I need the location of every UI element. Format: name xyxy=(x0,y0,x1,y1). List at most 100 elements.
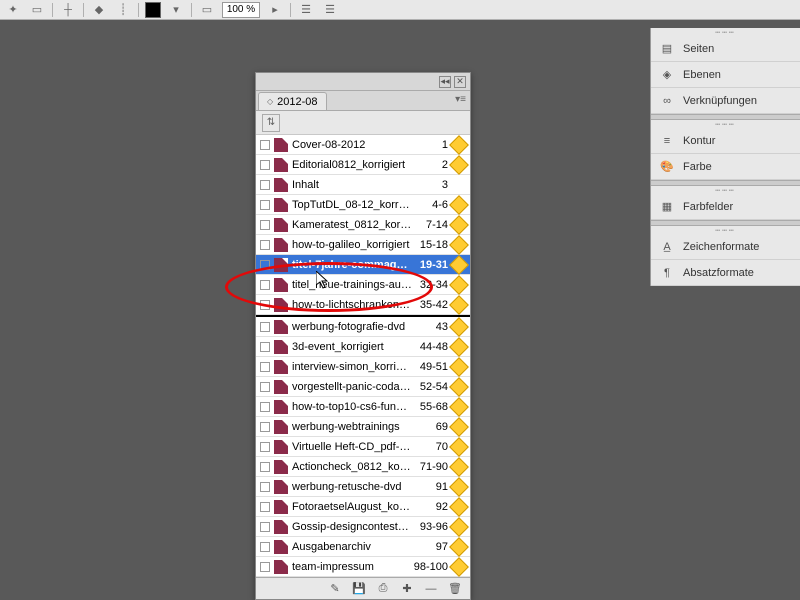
panel-menu-icon[interactable]: ▾≡ xyxy=(455,94,466,105)
tool-icon[interactable]: ┼ xyxy=(59,2,77,18)
document-row[interactable]: vorgestellt-panic-coda_korrigiert52-54 xyxy=(256,377,470,397)
document-row[interactable]: werbung-fotografie-dvd43 xyxy=(256,317,470,337)
page-range: 1 xyxy=(412,139,450,151)
document-row[interactable]: werbung-retusche-dvd91 xyxy=(256,477,470,497)
warning-icon xyxy=(449,215,469,235)
indesign-doc-icon xyxy=(274,420,288,434)
book-tab[interactable]: ◇ 2012-08 xyxy=(258,92,327,110)
panel-grip[interactable]: ┅┅┅ xyxy=(651,28,800,36)
indesign-doc-icon xyxy=(274,460,288,474)
parastyles-icon: ¶ xyxy=(659,265,675,281)
warning-icon xyxy=(449,417,469,437)
indesign-doc-icon xyxy=(274,158,288,172)
checkbox[interactable] xyxy=(260,362,270,372)
panel-item-kontur[interactable]: ≡Kontur xyxy=(651,128,800,154)
collapse-icon[interactable]: ◂◂ xyxy=(439,76,451,88)
tool-icon[interactable]: ▭ xyxy=(28,2,46,18)
checkbox[interactable] xyxy=(260,240,270,250)
document-row[interactable]: Ausgabenarchiv97 xyxy=(256,537,470,557)
checkbox[interactable] xyxy=(260,300,270,310)
tool-icon[interactable]: ◆ xyxy=(90,2,108,18)
save-icon[interactable]: 💾 xyxy=(352,582,366,596)
warning-icon xyxy=(449,497,469,517)
checkbox[interactable] xyxy=(260,382,270,392)
document-row[interactable]: 3d-event_korrigiert44-48 xyxy=(256,337,470,357)
checkbox[interactable] xyxy=(260,562,270,572)
panel-item-absatzformate[interactable]: ¶Absatzformate xyxy=(651,260,800,286)
checkbox[interactable] xyxy=(260,542,270,552)
checkbox[interactable] xyxy=(260,482,270,492)
document-row[interactable]: FotoraetselAugust_korrigiert92 xyxy=(256,497,470,517)
checkbox[interactable] xyxy=(260,220,270,230)
document-row[interactable]: interview-simon_korrigiert49-51 xyxy=(256,357,470,377)
document-row[interactable]: how-to-top10-cs6-funktionen-dreamweav...… xyxy=(256,397,470,417)
document-row[interactable]: TopTutDL_08-12_korrigiert4-6 xyxy=(256,195,470,215)
warning-icon xyxy=(449,517,469,537)
checkbox[interactable] xyxy=(260,322,270,332)
trash-icon[interactable]: 🗑 xyxy=(448,582,462,596)
add-icon[interactable]: ✚ xyxy=(400,582,414,596)
document-row[interactable]: Cover-08-20121 xyxy=(256,135,470,155)
document-row[interactable]: Editorial0812_korrigiert2 xyxy=(256,155,470,175)
checkbox[interactable] xyxy=(260,160,270,170)
page-range: 2 xyxy=(412,159,450,171)
panel-item-seiten[interactable]: ▤Seiten xyxy=(651,36,800,62)
panel-titlebar[interactable]: ◂◂ ✕ xyxy=(256,73,470,91)
sync-source-icon[interactable]: ⇅ xyxy=(262,114,280,132)
document-row[interactable]: Kameratest_0812_korrigiert7-14 xyxy=(256,215,470,235)
document-row[interactable]: how-to-lichtschrankenfotografie_korrigie… xyxy=(256,295,470,315)
document-row[interactable]: Gossip-designcontests_korrigiert93-96 xyxy=(256,517,470,537)
checkbox[interactable] xyxy=(260,442,270,452)
fill-swatch[interactable] xyxy=(145,2,161,18)
checkbox[interactable] xyxy=(260,462,270,472)
close-icon[interactable]: ✕ xyxy=(454,76,466,88)
align-icon[interactable]: ☰ xyxy=(321,2,339,18)
tool-icon[interactable]: ▭ xyxy=(198,2,216,18)
panel-item-label: Farbfelder xyxy=(683,201,733,213)
document-row[interactable]: werbung-webtrainings69 xyxy=(256,417,470,437)
checkbox[interactable] xyxy=(260,402,270,412)
panel-item-farbfelder[interactable]: ▦Farbfelder xyxy=(651,194,800,220)
indesign-doc-icon xyxy=(274,258,288,272)
document-row[interactable]: titel-7jahre-commag_korrigiert19-31 xyxy=(256,255,470,275)
tool-icon[interactable]: ✦ xyxy=(4,2,22,18)
page-range: 49-51 xyxy=(412,361,450,373)
document-name: how-to-lichtschrankenfotografie_korrigie… xyxy=(292,299,412,311)
panel-item-verknüpfungen[interactable]: ∞Verknüpfungen xyxy=(651,88,800,114)
panel-grip[interactable]: ┅┅┅ xyxy=(651,120,800,128)
tool-icon[interactable]: ┊ xyxy=(114,2,132,18)
checkbox[interactable] xyxy=(260,200,270,210)
print-icon[interactable]: ⎙ xyxy=(376,582,390,596)
checkbox[interactable] xyxy=(260,502,270,512)
document-row[interactable]: Inhalt3 xyxy=(256,175,470,195)
zoom-input[interactable]: 100 % xyxy=(222,2,260,18)
document-name: TopTutDL_08-12_korrigiert xyxy=(292,199,412,211)
checkbox[interactable] xyxy=(260,140,270,150)
preflight-icon[interactable]: ✎ xyxy=(328,582,342,596)
page-range: 92 xyxy=(412,501,450,513)
checkbox[interactable] xyxy=(260,422,270,432)
checkbox[interactable] xyxy=(260,280,270,290)
checkbox[interactable] xyxy=(260,342,270,352)
document-row[interactable]: team-impressum98-100 xyxy=(256,557,470,577)
document-row[interactable]: how-to-galileo_korrigiert15-18 xyxy=(256,235,470,255)
panel-item-zeichenformate[interactable]: A̲Zeichenformate xyxy=(651,234,800,260)
panel-grip[interactable]: ┅┅┅ xyxy=(651,226,800,234)
align-icon[interactable]: ☰ xyxy=(297,2,315,18)
remove-icon[interactable]: — xyxy=(424,582,438,596)
checkbox[interactable] xyxy=(260,260,270,270)
panel-grip[interactable]: ┅┅┅ xyxy=(651,186,800,194)
chevron-right-icon[interactable]: ▸ xyxy=(266,2,284,18)
warning-icon xyxy=(449,195,469,215)
panel-item-ebenen[interactable]: ◈Ebenen xyxy=(651,62,800,88)
checkbox[interactable] xyxy=(260,180,270,190)
panel-item-farbe[interactable]: 🎨Farbe xyxy=(651,154,800,180)
book-footer: ✎ 💾 ⎙ ✚ — 🗑 xyxy=(256,577,470,599)
document-name: titel-7jahre-commag_korrigiert xyxy=(292,259,412,271)
document-row[interactable]: titel_neue-trainings-august_korrigiert32… xyxy=(256,275,470,295)
document-row[interactable]: Actioncheck_0812_korrigiert71-90 xyxy=(256,457,470,477)
links-icon: ∞ xyxy=(659,93,675,109)
chevron-down-icon[interactable]: ▾ xyxy=(167,2,185,18)
checkbox[interactable] xyxy=(260,522,270,532)
document-row[interactable]: Virtuelle Heft-CD_pdf-tutorial_korrigier… xyxy=(256,437,470,457)
